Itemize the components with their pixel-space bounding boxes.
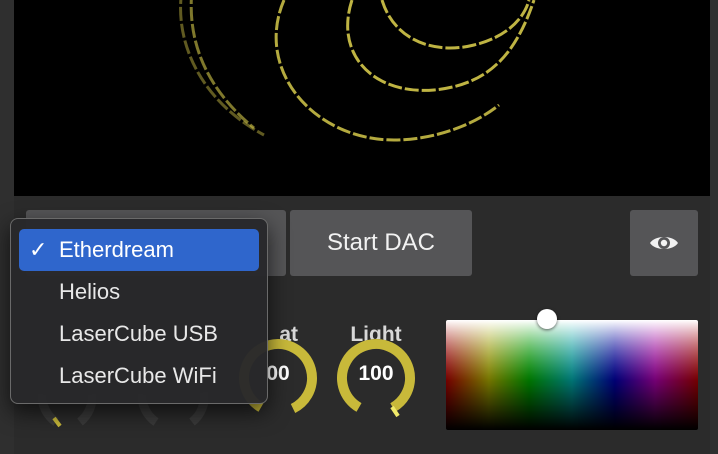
laser-path-inner xyxy=(346,0,536,92)
dac-type-menu: ✓ Etherdream Helios LaserCube USB LaserC… xyxy=(10,218,268,404)
start-dac-button[interactable]: Start DAC xyxy=(290,210,472,276)
menu-item-label: Etherdream xyxy=(59,237,174,262)
laser-path-outer-2 xyxy=(189,0,255,130)
eye-icon xyxy=(650,237,678,249)
laser-path-core xyxy=(380,0,531,50)
menu-item-helios[interactable]: Helios xyxy=(19,271,259,313)
menu-item-label: LaserCube USB xyxy=(59,321,218,346)
color-picker[interactable] xyxy=(446,320,698,430)
menu-item-lasercube-wifi[interactable]: LaserCube WiFi xyxy=(19,355,259,397)
menu-item-label: Helios xyxy=(59,279,121,304)
light-value: 100 xyxy=(358,362,394,385)
menu-item-etherdream[interactable]: ✓ Etherdream xyxy=(19,229,259,271)
menu-item-lasercube-usb[interactable]: LaserCube USB xyxy=(19,313,259,355)
visibility-toggle-button[interactable] xyxy=(630,210,698,276)
right-panel-edge xyxy=(710,0,718,454)
laser-path-mid xyxy=(274,0,500,142)
laser-preview xyxy=(14,0,710,196)
start-dac-label: Start DAC xyxy=(326,229,436,256)
checkmark-icon: ✓ xyxy=(29,237,48,262)
menu-item-label: LaserCube WiFi xyxy=(59,363,217,388)
color-picker-handle[interactable] xyxy=(537,309,557,329)
light-knob[interactable]: Light 100 xyxy=(334,322,418,418)
